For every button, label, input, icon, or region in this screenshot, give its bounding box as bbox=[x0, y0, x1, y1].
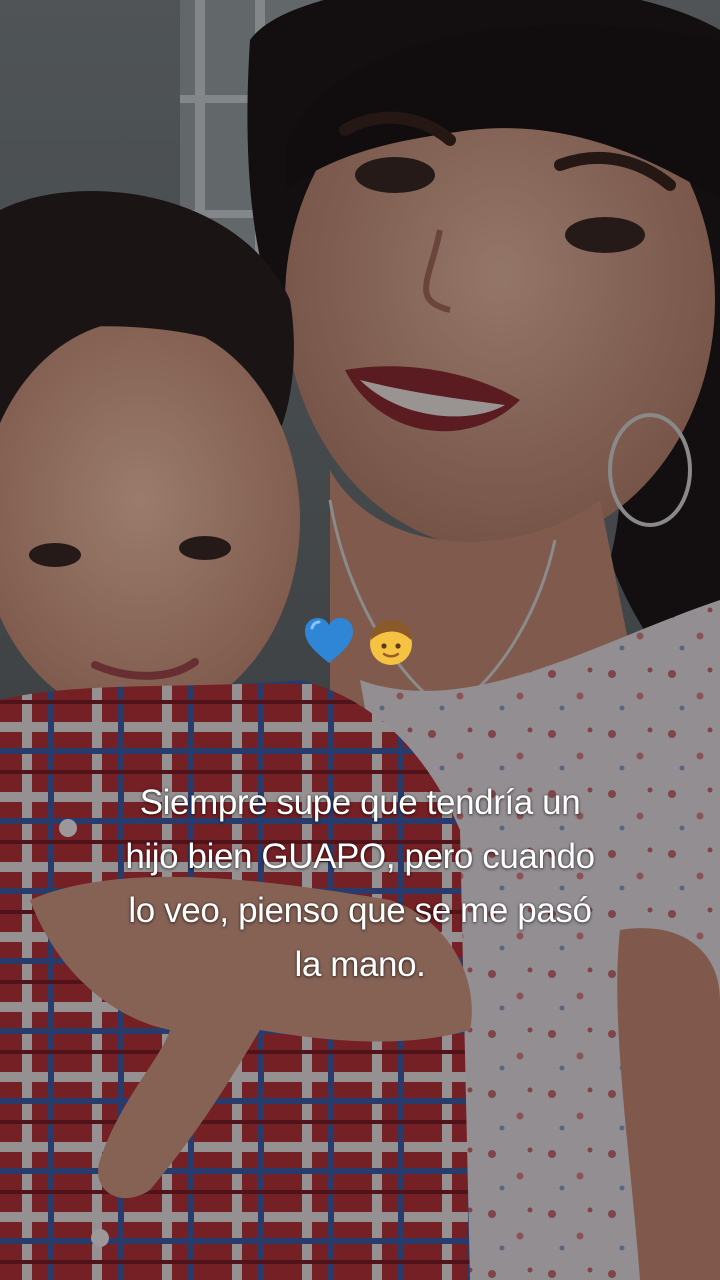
story-screen: Siempre supe que tendría un hijo bien GU… bbox=[0, 0, 720, 1280]
caption-line: hijo bien GUAPO, pero cuando bbox=[125, 837, 595, 876]
caption-line: Siempre supe que tendría un bbox=[139, 783, 581, 822]
caption-line: la mano. bbox=[294, 945, 426, 984]
caption-line: lo veo, pienso que se me pasó bbox=[128, 891, 592, 930]
boy-icon bbox=[370, 620, 412, 665]
blue-heart-icon bbox=[305, 618, 353, 663]
emoji-row bbox=[0, 612, 720, 672]
caption-text: Siempre supe que tendría un hijo bien GU… bbox=[60, 776, 660, 992]
